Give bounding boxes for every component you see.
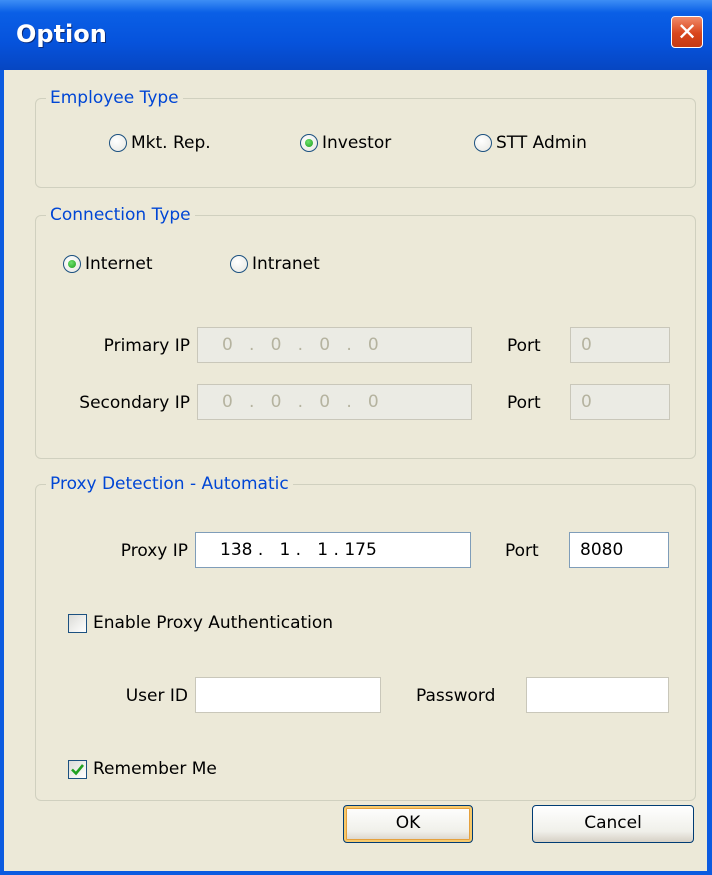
secondary-ip-field[interactable]: 0 . 0 . 0 . 0 xyxy=(197,384,472,420)
employee-type-legend: Employee Type xyxy=(46,86,183,110)
checkmark-icon xyxy=(71,763,85,775)
remember-me-checkbox[interactable]: Remember Me xyxy=(68,759,217,779)
proxy-detection-group: Proxy Detection - Automatic Proxy IP 138… xyxy=(35,472,696,801)
primary-ip-label: Primary IP xyxy=(103,336,190,356)
radio-internet[interactable]: Internet xyxy=(63,254,153,274)
user-id-label: User ID xyxy=(125,686,188,706)
radio-label: Investor xyxy=(322,133,392,153)
proxy-ip-label: Proxy IP xyxy=(120,541,188,561)
proxy-ip-field[interactable]: 138 . 1 . 1 . 175 xyxy=(195,532,471,568)
connection-type-legend: Connection Type xyxy=(46,203,195,227)
close-button[interactable]: ✕ xyxy=(671,16,703,48)
dialog-title: Option xyxy=(16,20,107,48)
checkbox-box xyxy=(68,759,87,779)
radio-intranet[interactable]: Intranet xyxy=(230,254,320,274)
dialog-body: Employee Type Mkt. Rep. Investor STT Adm… xyxy=(4,70,707,871)
checkbox-box xyxy=(68,613,87,633)
option-dialog: Option ✕ Employee Type Mkt. Rep. Investo… xyxy=(0,0,712,875)
primary-ip-field[interactable]: 0 . 0 . 0 . 0 xyxy=(197,327,472,363)
checkbox-label: Enable Proxy Authentication xyxy=(93,613,334,633)
radio-selected-dot xyxy=(305,139,313,147)
proxy-port-field[interactable]: 8080 xyxy=(569,532,669,568)
radio-circle xyxy=(230,255,248,273)
radio-stt-admin[interactable]: STT Admin xyxy=(474,133,587,153)
password-field[interactable] xyxy=(526,677,669,713)
radio-label: Internet xyxy=(85,254,153,274)
radio-circle xyxy=(109,134,127,152)
radio-circle xyxy=(300,134,318,152)
primary-port-field[interactable]: 0 xyxy=(570,327,670,363)
radio-circle xyxy=(63,255,81,273)
proxy-port-label: Port xyxy=(505,541,539,561)
title-bar[interactable]: Option ✕ xyxy=(0,0,712,70)
radio-selected-dot xyxy=(68,260,76,268)
enable-proxy-auth-checkbox[interactable]: Enable Proxy Authentication xyxy=(68,613,333,633)
radio-label: Mkt. Rep. xyxy=(131,133,211,153)
ok-button[interactable]: OK xyxy=(343,805,473,843)
password-label: Password xyxy=(416,686,496,706)
connection-type-group: Connection Type Internet Intranet Primar… xyxy=(35,203,696,459)
radio-investor[interactable]: Investor xyxy=(300,133,391,153)
radio-circle xyxy=(474,134,492,152)
cancel-button[interactable]: Cancel xyxy=(532,805,694,843)
secondary-port-field[interactable]: 0 xyxy=(570,384,670,420)
primary-port-label: Port xyxy=(507,336,541,356)
user-id-field[interactable] xyxy=(195,677,381,713)
radio-label: Intranet xyxy=(252,254,320,274)
proxy-detection-legend: Proxy Detection - Automatic xyxy=(46,472,293,496)
radio-label: STT Admin xyxy=(496,133,587,153)
secondary-port-label: Port xyxy=(507,393,541,413)
secondary-ip-label: Secondary IP xyxy=(79,393,190,413)
employee-type-group: Employee Type Mkt. Rep. Investor STT Adm… xyxy=(35,86,696,188)
close-icon: ✕ xyxy=(676,18,698,46)
checkbox-label: Remember Me xyxy=(93,759,217,779)
radio-mkt-rep[interactable]: Mkt. Rep. xyxy=(109,133,211,153)
